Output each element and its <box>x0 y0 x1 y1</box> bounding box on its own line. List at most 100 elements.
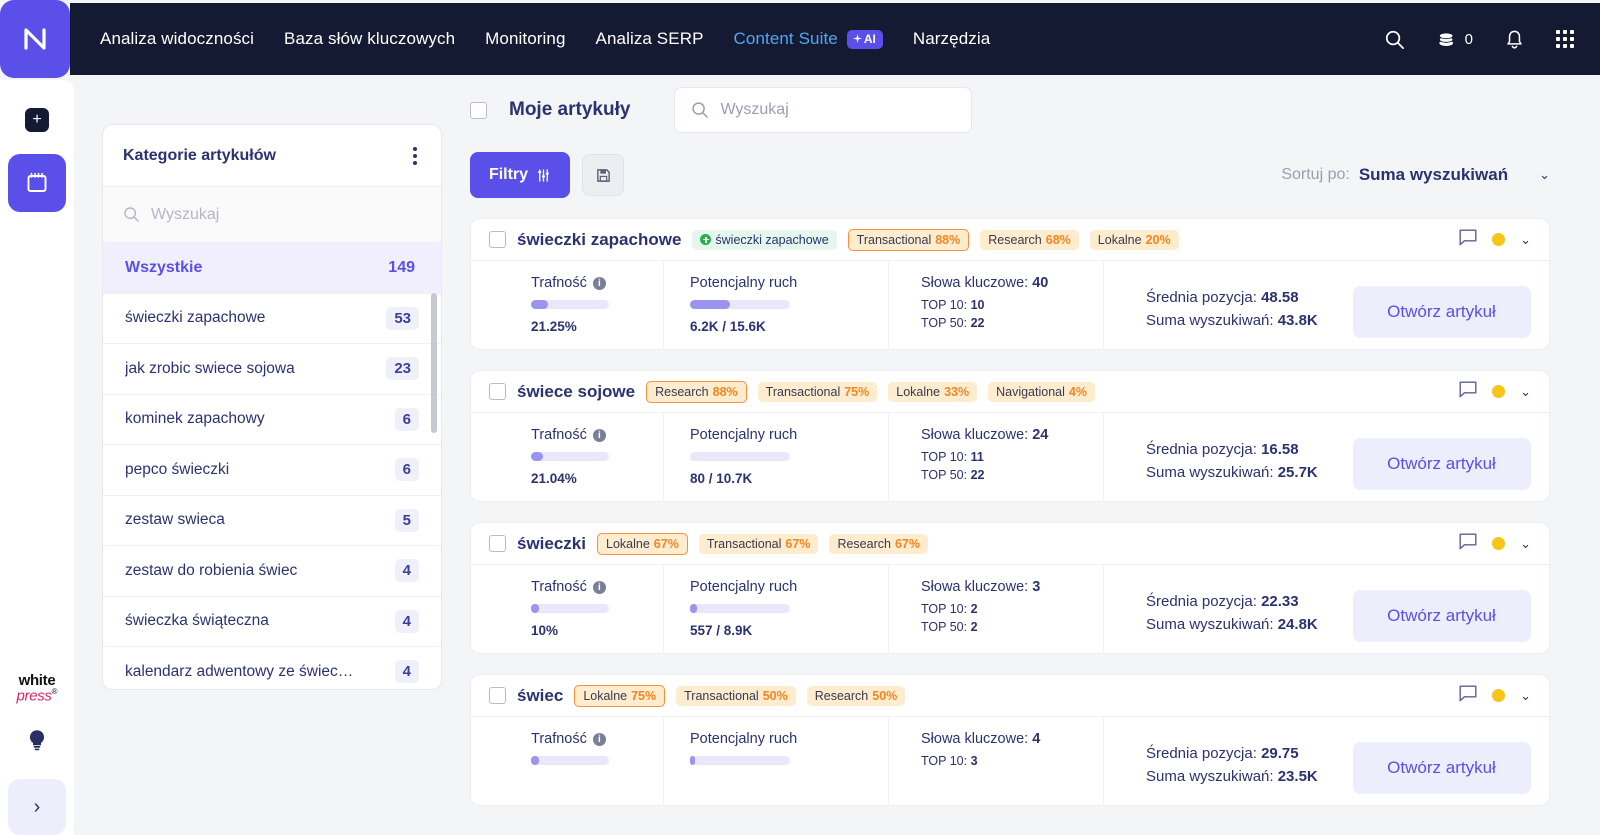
metric-keywords: Słowa kluczowe: 3 TOP 10: 2 TOP 50: 2 <box>889 565 1104 653</box>
category-item-swieczki-zapachowe[interactable]: świeczki zapachowe 53 <box>103 294 441 344</box>
category-item-zestaw-swieca[interactable]: zestaw swieca 5 <box>103 496 441 546</box>
status-badge[interactable] <box>1492 689 1506 702</box>
categories-search[interactable] <box>103 187 441 243</box>
comment-icon[interactable] <box>1459 229 1477 251</box>
keywords-top50: TOP 50: 22 <box>921 316 1103 330</box>
category-item-pepco-swieczki[interactable]: pepco świeczki 6 <box>103 445 441 496</box>
category-item-zestaw-do-robienia-swiec[interactable]: zestaw do robienia świec 4 <box>103 546 441 597</box>
articles-list: świeczki zapachowe świeczki zapachowe Tr… <box>470 218 1550 806</box>
top50-value: 2 <box>970 620 978 634</box>
nav-items: Analiza widoczności Baza słów kluczowych… <box>100 29 990 49</box>
search-icon[interactable] <box>1384 29 1405 50</box>
top10-value: 11 <box>970 450 984 464</box>
filters-button[interactable]: Filtry <box>470 152 570 198</box>
open-article-button[interactable]: Otwórz artykuł <box>1352 742 1531 794</box>
category-count: 5 <box>394 508 419 532</box>
article-tag-intent: Lokalne 20% <box>1089 229 1179 250</box>
search-icon <box>692 102 709 118</box>
article-checkbox[interactable] <box>489 231 506 248</box>
chevron-down-icon[interactable]: ⌄ <box>1520 384 1531 400</box>
nav-item-content-suite[interactable]: Content Suite AI <box>734 29 883 49</box>
article-tag-intent: Transactional 50% <box>676 685 796 706</box>
info-icon[interactable]: i <box>592 276 606 290</box>
metric-value: 6.2K / 15.6K <box>690 319 766 334</box>
nav-item-monitoring[interactable]: Monitoring <box>485 29 565 49</box>
open-article-button[interactable]: Otwórz artykuł <box>1352 590 1531 642</box>
articles-search[interactable] <box>674 87 973 133</box>
save-filter-button[interactable] <box>582 154 624 196</box>
article-tag-label: Transactional <box>856 232 932 247</box>
coins-icon[interactable]: 0 <box>1437 29 1473 49</box>
category-item-kominek-zapachowy[interactable]: kominek zapachowy 6 <box>103 395 441 445</box>
top50-label: TOP 50: <box>921 468 968 482</box>
search-volume-value: 43.8K <box>1277 312 1318 329</box>
comment-icon[interactable] <box>1459 533 1477 555</box>
average-position: Średnia pozycja: 48.58 <box>1146 289 1334 306</box>
categories-search-input[interactable] <box>151 205 381 224</box>
info-icon[interactable]: i <box>592 732 606 746</box>
progress-bar <box>690 604 790 613</box>
lightbulb-icon[interactable] <box>26 728 48 757</box>
sort-selector[interactable]: Sortuj po: Suma wyszukiwań ⌄ <box>1281 165 1550 185</box>
category-item-wszystkie[interactable]: Wszystkie 149 <box>103 243 441 294</box>
article-checkbox[interactable] <box>489 383 506 400</box>
category-label: kominek zapachowy <box>125 410 265 428</box>
metric-potencjalny-ruch: Potencjalny ruch 557 / 8.9K <box>664 565 889 653</box>
article-checkbox[interactable] <box>489 535 506 552</box>
category-item-jak-zrobic-swiece-sojowa[interactable]: jak zrobic swiece sojowa 23 <box>103 344 441 395</box>
coins-count: 0 <box>1464 30 1473 48</box>
apps-grid-icon[interactable] <box>1556 30 1574 48</box>
progress-bar <box>690 300 790 309</box>
expand-sidebar-button[interactable]: › <box>8 779 66 835</box>
plus-circle-icon <box>700 234 712 245</box>
category-item-kalendarz-adwentowy[interactable]: kalendarz adwentowy ze świec… 4 <box>103 647 441 689</box>
status-badge[interactable] <box>1492 233 1506 246</box>
chevron-down-icon[interactable]: ⌄ <box>1520 232 1531 248</box>
article-tag-intent: Transactional 75% <box>757 381 878 402</box>
open-article-button[interactable]: Otwórz artykuł <box>1352 286 1531 338</box>
info-icon[interactable]: i <box>592 580 606 594</box>
category-item-swieczka-swiateczna[interactable]: świeczka świąteczna 4 <box>103 597 441 647</box>
categories-list: Wszystkie 149 świeczki zapachowe 53 jak … <box>103 243 441 689</box>
article-tag-intent: Research 88% <box>646 380 747 403</box>
add-button[interactable]: + <box>25 108 49 132</box>
article-checkbox[interactable] <box>489 687 506 704</box>
status-badge[interactable] <box>1492 385 1506 398</box>
app-logo[interactable] <box>0 0 70 78</box>
open-article-cell: Otwórz artykuł <box>1334 261 1549 349</box>
whitepress-logo: white press® <box>16 673 57 704</box>
category-label: Wszystkie <box>125 258 203 276</box>
chevron-down-icon[interactable]: ⌄ <box>1520 536 1531 552</box>
my-articles-checkbox[interactable] <box>470 101 487 119</box>
nav-item-narzedzia[interactable]: Narzędzia <box>913 29 990 49</box>
whitepress-logo-line1: white <box>18 671 56 689</box>
bell-icon[interactable] <box>1505 29 1524 50</box>
status-badge[interactable] <box>1492 537 1506 550</box>
open-article-cell: Otwórz artykuł <box>1334 413 1549 501</box>
nav-item-analiza-widocznosci[interactable]: Analiza widoczności <box>100 29 254 49</box>
info-icon[interactable]: i <box>592 428 606 442</box>
metric-potencjalny-ruch: Potencjalny ruch <box>664 717 889 805</box>
articles-search-input[interactable] <box>720 101 936 119</box>
metric-label: Trafność i <box>531 731 663 747</box>
article-tag-pct: 20% <box>1145 232 1171 247</box>
metric-label: Potencjalny ruch <box>690 427 798 443</box>
comment-icon[interactable] <box>1459 381 1477 403</box>
article-card-metrics: Trafność i Potencjalny ruch Słowa kluczo… <box>471 717 1549 805</box>
filters-button-label: Filtry <box>488 166 529 183</box>
categories-header: Kategorie artykułów <box>103 125 441 187</box>
nav-item-baza-slow-kluczowych[interactable]: Baza słów kluczowych <box>284 29 455 49</box>
comment-icon[interactable] <box>1459 685 1477 707</box>
category-label: zestaw do robienia świec <box>125 561 298 579</box>
chevron-down-icon[interactable]: ⌄ <box>1520 688 1531 704</box>
article-title: świec <box>517 685 564 705</box>
open-article-button[interactable]: Otwórz artykuł <box>1352 438 1531 490</box>
kebab-menu-icon[interactable] <box>409 143 421 169</box>
categories-scrollbar[interactable] <box>431 293 437 433</box>
article-tag-label: świeczki zapachowe <box>715 232 829 247</box>
sidebar-item-content-calendar[interactable] <box>8 154 66 212</box>
nav-item-analiza-serp[interactable]: Analiza SERP <box>596 29 704 49</box>
article-tag-pct: 88% <box>712 384 738 399</box>
article-card: świece sojowe Research 88% Transactional… <box>470 370 1550 502</box>
keywords-total: Słowa kluczowe: 3 <box>921 579 1103 595</box>
